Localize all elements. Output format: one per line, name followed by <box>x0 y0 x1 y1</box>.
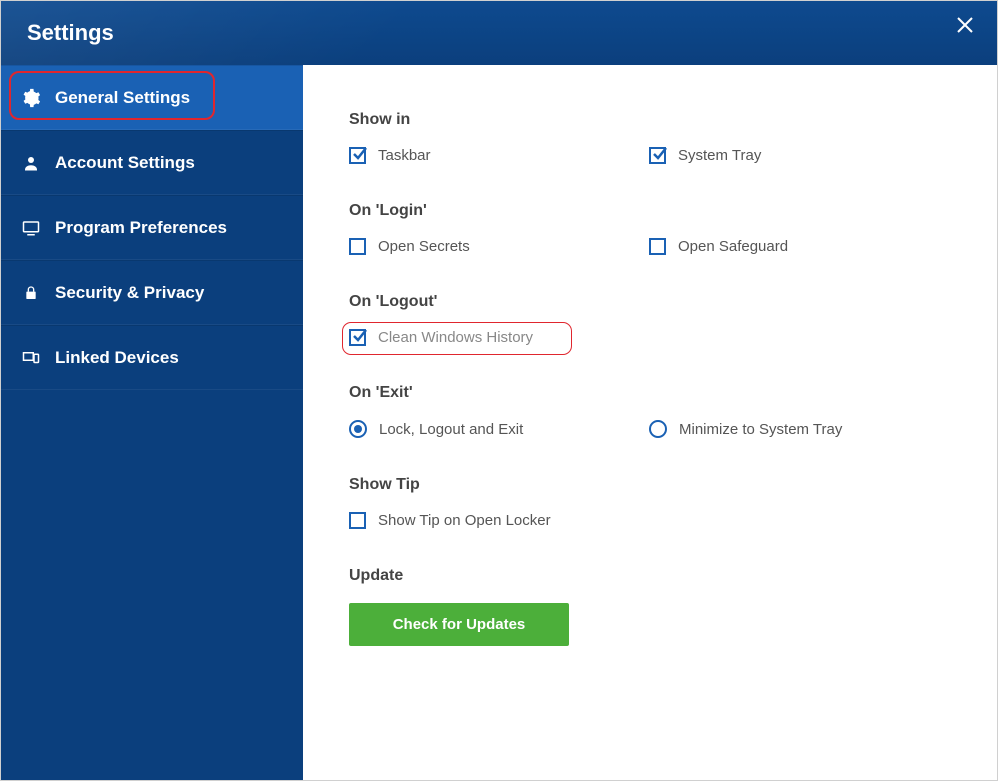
radio-minimize-tray[interactable] <box>649 420 667 438</box>
section-update: Update Check for Updates <box>349 567 951 646</box>
section-title: Show in <box>349 111 951 129</box>
highlight-clean-history <box>342 322 572 355</box>
option-label: Open Safeguard <box>678 238 788 255</box>
option-label: Open Secrets <box>378 238 470 255</box>
section-show-tip: Show Tip Show Tip on Open Locker <box>349 476 951 537</box>
page-title: Settings <box>27 20 114 46</box>
content-pane: Show in Taskbar System Tray <box>303 65 997 780</box>
section-title: Update <box>349 567 951 585</box>
lock-icon <box>21 283 41 303</box>
option-label: Show Tip on Open Locker <box>378 512 551 529</box>
checkbox-open-secrets[interactable] <box>349 238 366 255</box>
option-label: Lock, Logout and Exit <box>379 421 523 438</box>
checkbox-open-safeguard[interactable] <box>649 238 666 255</box>
section-show-in: Show in Taskbar System Tray <box>349 111 951 172</box>
section-title: On 'Exit' <box>349 384 951 402</box>
check-for-updates-button[interactable]: Check for Updates <box>349 603 569 646</box>
monitor-icon <box>21 218 41 238</box>
sidebar-item-security-privacy[interactable]: Security & Privacy <box>1 260 303 325</box>
section-title: Show Tip <box>349 476 951 494</box>
sidebar-item-label: Account Settings <box>55 153 195 173</box>
section-on-exit: On 'Exit' Lock, Logout and Exit Minimize… <box>349 384 951 446</box>
check-icon <box>351 328 367 344</box>
settings-window: Settings General Settings Account Setti <box>0 0 998 781</box>
sidebar-item-program-preferences[interactable]: Program Preferences <box>1 195 303 260</box>
body: General Settings Account Settings Progra… <box>1 65 997 780</box>
sidebar-item-general-settings[interactable]: General Settings <box>1 65 303 130</box>
section-title: On 'Login' <box>349 202 951 220</box>
person-icon <box>21 153 41 173</box>
sidebar-item-label: Security & Privacy <box>55 283 204 303</box>
option-label: Taskbar <box>378 147 431 164</box>
checkbox-show-tip-open-locker[interactable] <box>349 512 366 529</box>
radio-lock-logout-exit[interactable] <box>349 420 367 438</box>
option-label: System Tray <box>678 147 761 164</box>
checkbox-clean-history[interactable] <box>349 329 366 346</box>
checkbox-taskbar[interactable] <box>349 147 366 164</box>
check-icon <box>351 146 367 162</box>
check-icon <box>651 146 667 162</box>
sidebar-item-label: Program Preferences <box>55 218 227 238</box>
sidebar-item-label: Linked Devices <box>55 348 179 368</box>
highlight-general <box>9 71 215 120</box>
sidebar-item-account-settings[interactable]: Account Settings <box>1 130 303 195</box>
section-on-logout: On 'Logout' Clean Windows History <box>349 293 951 354</box>
option-label: Minimize to System Tray <box>679 421 842 438</box>
devices-icon <box>21 348 41 368</box>
close-button[interactable] <box>955 15 975 35</box>
section-on-login: On 'Login' Open Secrets Open Safeguard <box>349 202 951 263</box>
checkbox-system-tray[interactable] <box>649 147 666 164</box>
titlebar: Settings <box>1 1 997 65</box>
sidebar: General Settings Account Settings Progra… <box>1 65 303 780</box>
close-icon <box>955 15 975 35</box>
section-title: On 'Logout' <box>349 293 951 311</box>
sidebar-item-linked-devices[interactable]: Linked Devices <box>1 325 303 390</box>
